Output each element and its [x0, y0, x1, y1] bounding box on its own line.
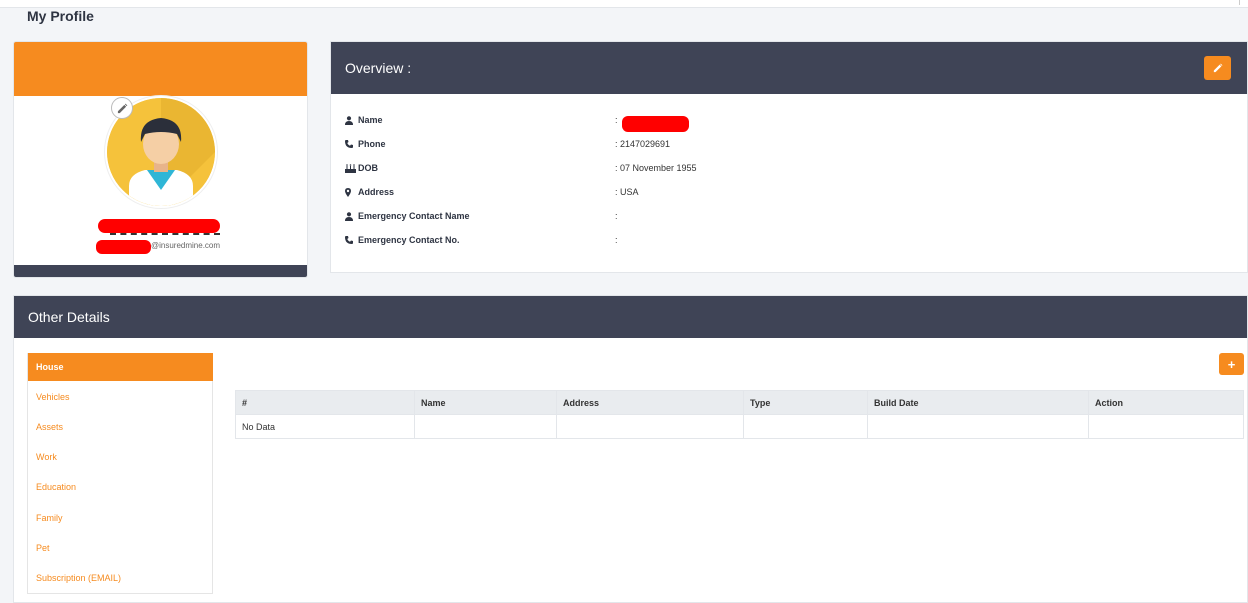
table-cell	[743, 414, 868, 439]
overview-row-address: Address	[345, 185, 394, 199]
column-header-build-date[interactable]: Build Date	[867, 390, 1089, 415]
tab-work[interactable]: Work	[28, 443, 213, 471]
other-details-header: Other Details	[14, 296, 1247, 338]
user-icon	[345, 115, 358, 125]
overview-row-name: Name	[345, 113, 383, 127]
table-cell	[556, 414, 744, 439]
redacted-name	[98, 219, 220, 233]
tab-pet[interactable]: Pet	[28, 534, 213, 562]
overview-header: Overview :	[331, 42, 1247, 94]
overview-row-dob: DOB	[345, 161, 378, 175]
other-details-title: Other Details	[28, 309, 110, 325]
column-header-number[interactable]: #	[235, 390, 415, 415]
overview-value-emergency-name: :	[615, 211, 618, 221]
column-header-name[interactable]: Name	[414, 390, 557, 415]
map-marker-icon	[345, 187, 358, 197]
birthday-cake-icon	[345, 163, 358, 173]
overview-card: Overview : Name : Phone : 2147029691 DOB…	[330, 41, 1248, 273]
overview-row-emergency-no: Emergency Contact No.	[345, 233, 460, 247]
tab-subscription-email[interactable]: Subscription (EMAIL)	[28, 564, 213, 592]
add-house-button[interactable]: +	[1219, 353, 1244, 375]
column-header-address[interactable]: Address	[556, 390, 744, 415]
top-bar-divider	[1239, 0, 1240, 5]
profile-footer	[14, 265, 307, 277]
edit-overview-button[interactable]	[1204, 56, 1231, 80]
overview-value-dob: : 07 November 1955	[615, 163, 697, 173]
no-data-cell: No Data	[235, 414, 415, 439]
edit-avatar-button[interactable]	[111, 97, 133, 119]
overview-value-emergency-no: :	[615, 235, 618, 245]
email-domain: @insuredmine.com	[151, 241, 221, 250]
column-header-type[interactable]: Type	[743, 390, 868, 415]
overview-value-phone: : 2147029691	[615, 139, 671, 149]
user-icon	[345, 211, 358, 221]
pencil-icon	[1213, 63, 1222, 73]
overview-row-emergency-name: Emergency Contact Name	[345, 209, 470, 223]
redacted-overview-name	[622, 116, 689, 132]
table-row: No Data	[235, 414, 1244, 439]
phone-icon	[345, 140, 358, 148]
table-cell	[414, 414, 557, 439]
redacted-email	[96, 240, 151, 254]
profile-card: @insuredmine.com	[13, 41, 308, 278]
table-cell	[867, 414, 1089, 439]
tab-education[interactable]: Education	[28, 473, 213, 501]
table-header-row: # Name Address Type Build Date Action	[235, 390, 1244, 415]
overview-value-address: : USA	[615, 187, 639, 197]
tab-assets[interactable]: Assets	[28, 413, 213, 441]
top-bar	[0, 0, 1248, 8]
table-cell	[1088, 414, 1244, 439]
column-header-action: Action	[1088, 390, 1244, 415]
overview-value-name: :	[615, 115, 618, 125]
tab-house[interactable]: House	[28, 353, 213, 381]
overview-title: Overview :	[345, 60, 412, 76]
tab-family[interactable]: Family	[28, 504, 213, 532]
pencil-icon	[117, 103, 127, 113]
page-title: My Profile	[27, 8, 94, 24]
details-tab-nav: House Vehicles Assets Work Education Fam…	[27, 353, 213, 594]
overview-row-phone: Phone	[345, 137, 386, 151]
profile-banner	[14, 42, 307, 96]
house-table: # Name Address Type Build Date Action No…	[235, 390, 1244, 439]
other-details-card: Other Details House Vehicles Assets Work…	[13, 295, 1248, 603]
tab-vehicles[interactable]: Vehicles	[28, 383, 213, 411]
phone-icon	[345, 236, 358, 244]
